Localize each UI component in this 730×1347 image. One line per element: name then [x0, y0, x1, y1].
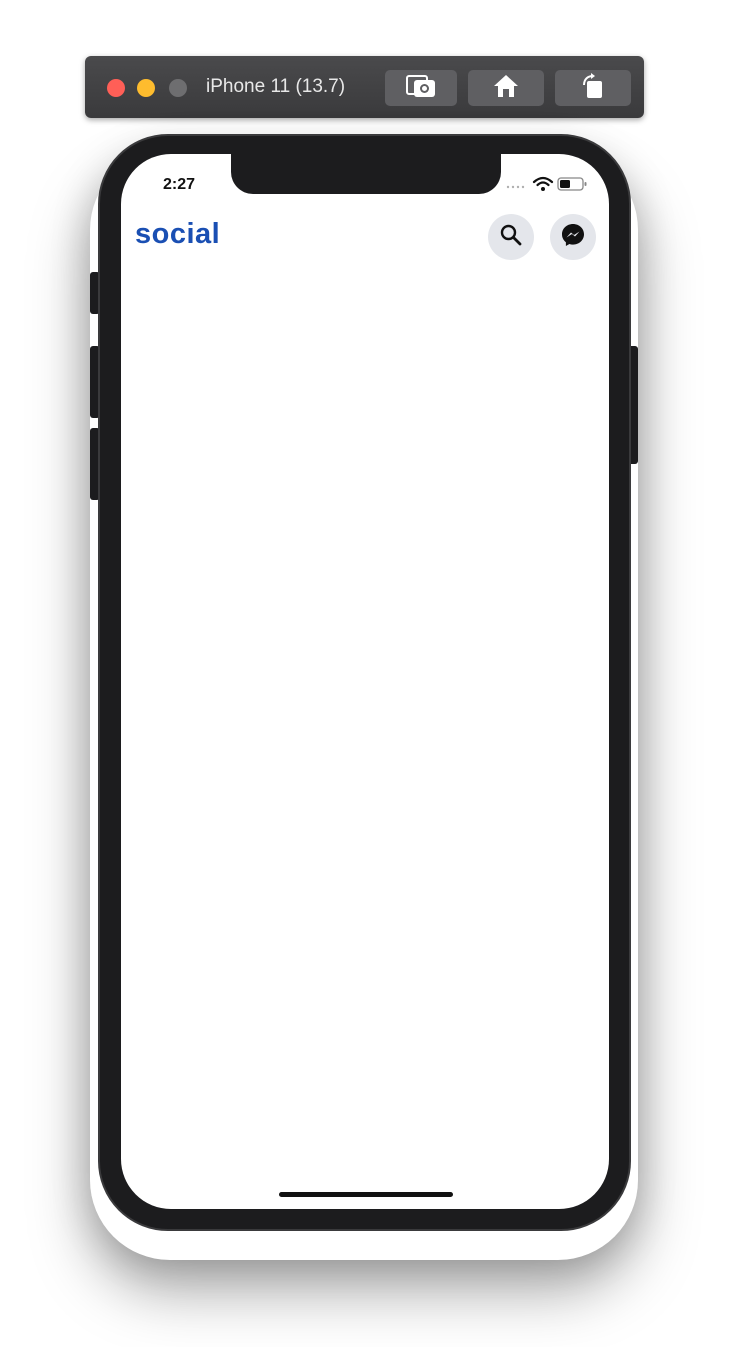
search-button[interactable]	[488, 214, 534, 260]
simulator-toolbar: iPhone 11 (13.7)	[85, 56, 644, 118]
app-title: social	[135, 218, 221, 250]
messenger-button[interactable]	[550, 214, 596, 260]
screenshot-button[interactable]	[385, 70, 457, 106]
home-button[interactable]	[468, 70, 544, 106]
home-indicator[interactable]	[279, 1192, 453, 1197]
search-icon	[499, 223, 523, 252]
notch	[231, 154, 501, 194]
status-icons	[505, 176, 595, 192]
messenger-icon	[560, 222, 586, 253]
rotate-icon	[580, 72, 606, 104]
home-icon	[493, 74, 519, 103]
rotate-button[interactable]	[555, 70, 631, 106]
device-screen: 2:27 social	[121, 154, 609, 1209]
zoom-window-button[interactable]	[169, 79, 187, 97]
screenshot-icon	[406, 73, 436, 104]
simulator-title: iPhone 11 (13.7)	[206, 76, 346, 97]
minimize-window-button[interactable]	[137, 79, 155, 97]
close-window-button[interactable]	[107, 79, 125, 97]
screenshot-stage: iPhone 11 (13.7) 2:27 social	[0, 0, 730, 1347]
status-time: 2:27	[163, 176, 196, 193]
